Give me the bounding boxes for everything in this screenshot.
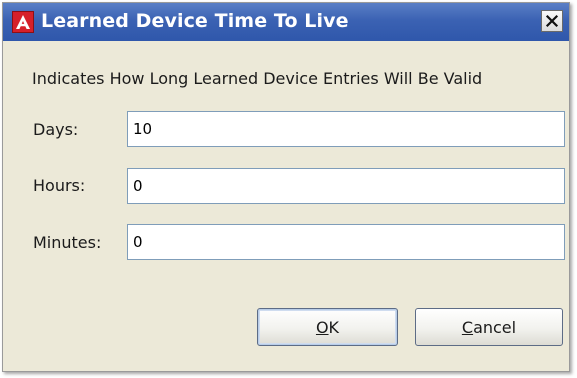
title-bar[interactable]: Learned Device Time To Live <box>3 3 569 41</box>
ok-label-rest: K <box>328 317 340 337</box>
cancel-label-rest: ancel <box>473 317 517 337</box>
description-text: Indicates How Long Learned Device Entrie… <box>32 69 483 88</box>
days-input[interactable] <box>127 111 565 147</box>
cancel-button[interactable]: Cancel <box>415 308 563 346</box>
app-logo-icon <box>12 11 34 33</box>
minutes-input[interactable] <box>127 224 565 260</box>
cancel-mnemonic: C <box>461 317 474 337</box>
ok-mnemonic: O <box>315 317 329 337</box>
hours-label: Hours: <box>33 176 86 195</box>
ok-button[interactable]: OK <box>257 308 398 346</box>
hours-input[interactable] <box>127 168 565 204</box>
dialog-window: Learned Device Time To Live Indicates Ho… <box>2 2 570 372</box>
close-icon[interactable] <box>541 10 563 32</box>
minutes-label: Minutes: <box>33 233 102 252</box>
days-label: Days: <box>33 120 79 139</box>
window-title: Learned Device Time To Live <box>41 10 349 32</box>
